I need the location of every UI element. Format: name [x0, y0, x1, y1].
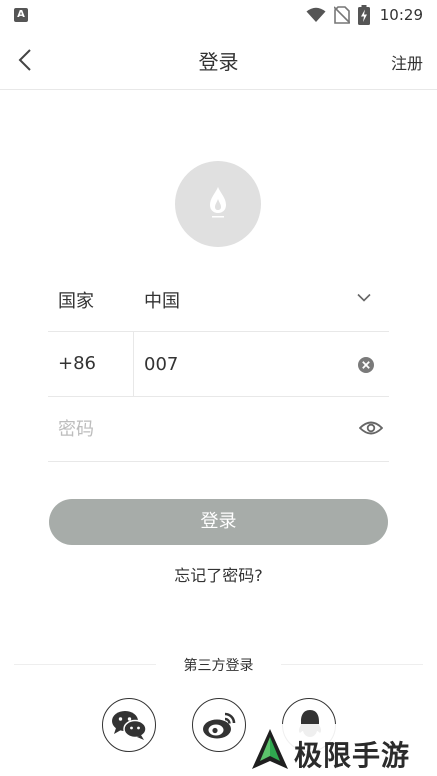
- status-icons: 10:29: [306, 5, 423, 25]
- status-bar: A 10:29: [0, 0, 437, 30]
- register-link[interactable]: 注册: [391, 50, 423, 74]
- clear-phone-button[interactable]: [357, 356, 375, 374]
- watermark-text: 极限手游网: [294, 739, 411, 772]
- app-notification-letter: A: [17, 9, 25, 20]
- third-party-label: 第三方登录: [183, 658, 254, 674]
- third-party-divider: 第三方登录: [14, 655, 423, 675]
- phone-divider: [133, 332, 134, 396]
- eye-icon[interactable]: [359, 419, 383, 437]
- country-label: 国家: [58, 291, 94, 312]
- forgot-password-link[interactable]: 忘记了密码?: [174, 566, 263, 585]
- wechat-icon: [112, 711, 147, 740]
- phone-input[interactable]: [144, 348, 344, 380]
- watermark-logo-icon: [252, 729, 288, 769]
- password-row: [48, 397, 389, 462]
- phone-country-code[interactable]: +86: [58, 353, 96, 374]
- watermark: 极限手游网: [246, 724, 437, 776]
- page-title: 登录: [198, 50, 239, 74]
- clear-circle-icon: [358, 357, 374, 373]
- chevron-down-icon[interactable]: [357, 293, 371, 302]
- country-row[interactable]: 国家 中国: [48, 267, 389, 332]
- no-sim-icon: [333, 6, 350, 24]
- status-time: 10:29: [379, 6, 423, 24]
- wechat-login-button[interactable]: [102, 698, 156, 752]
- avatar: [175, 161, 261, 247]
- battery-charging-icon: [357, 5, 370, 25]
- wifi-icon: [306, 7, 326, 22]
- password-input[interactable]: [58, 413, 338, 445]
- phone-row: +86: [48, 332, 389, 397]
- weibo-icon: [203, 712, 236, 739]
- country-value: 中国: [144, 291, 180, 312]
- forgot-password-row: 忘记了密码?: [0, 562, 437, 586]
- flame-logo-icon: [210, 187, 226, 218]
- login-button[interactable]: 登录: [49, 499, 388, 545]
- weibo-login-button[interactable]: [192, 698, 246, 752]
- divider-line-right: [281, 664, 423, 665]
- nav-bar: 登录 注册: [0, 30, 437, 90]
- app-notification-icon: A: [14, 8, 28, 22]
